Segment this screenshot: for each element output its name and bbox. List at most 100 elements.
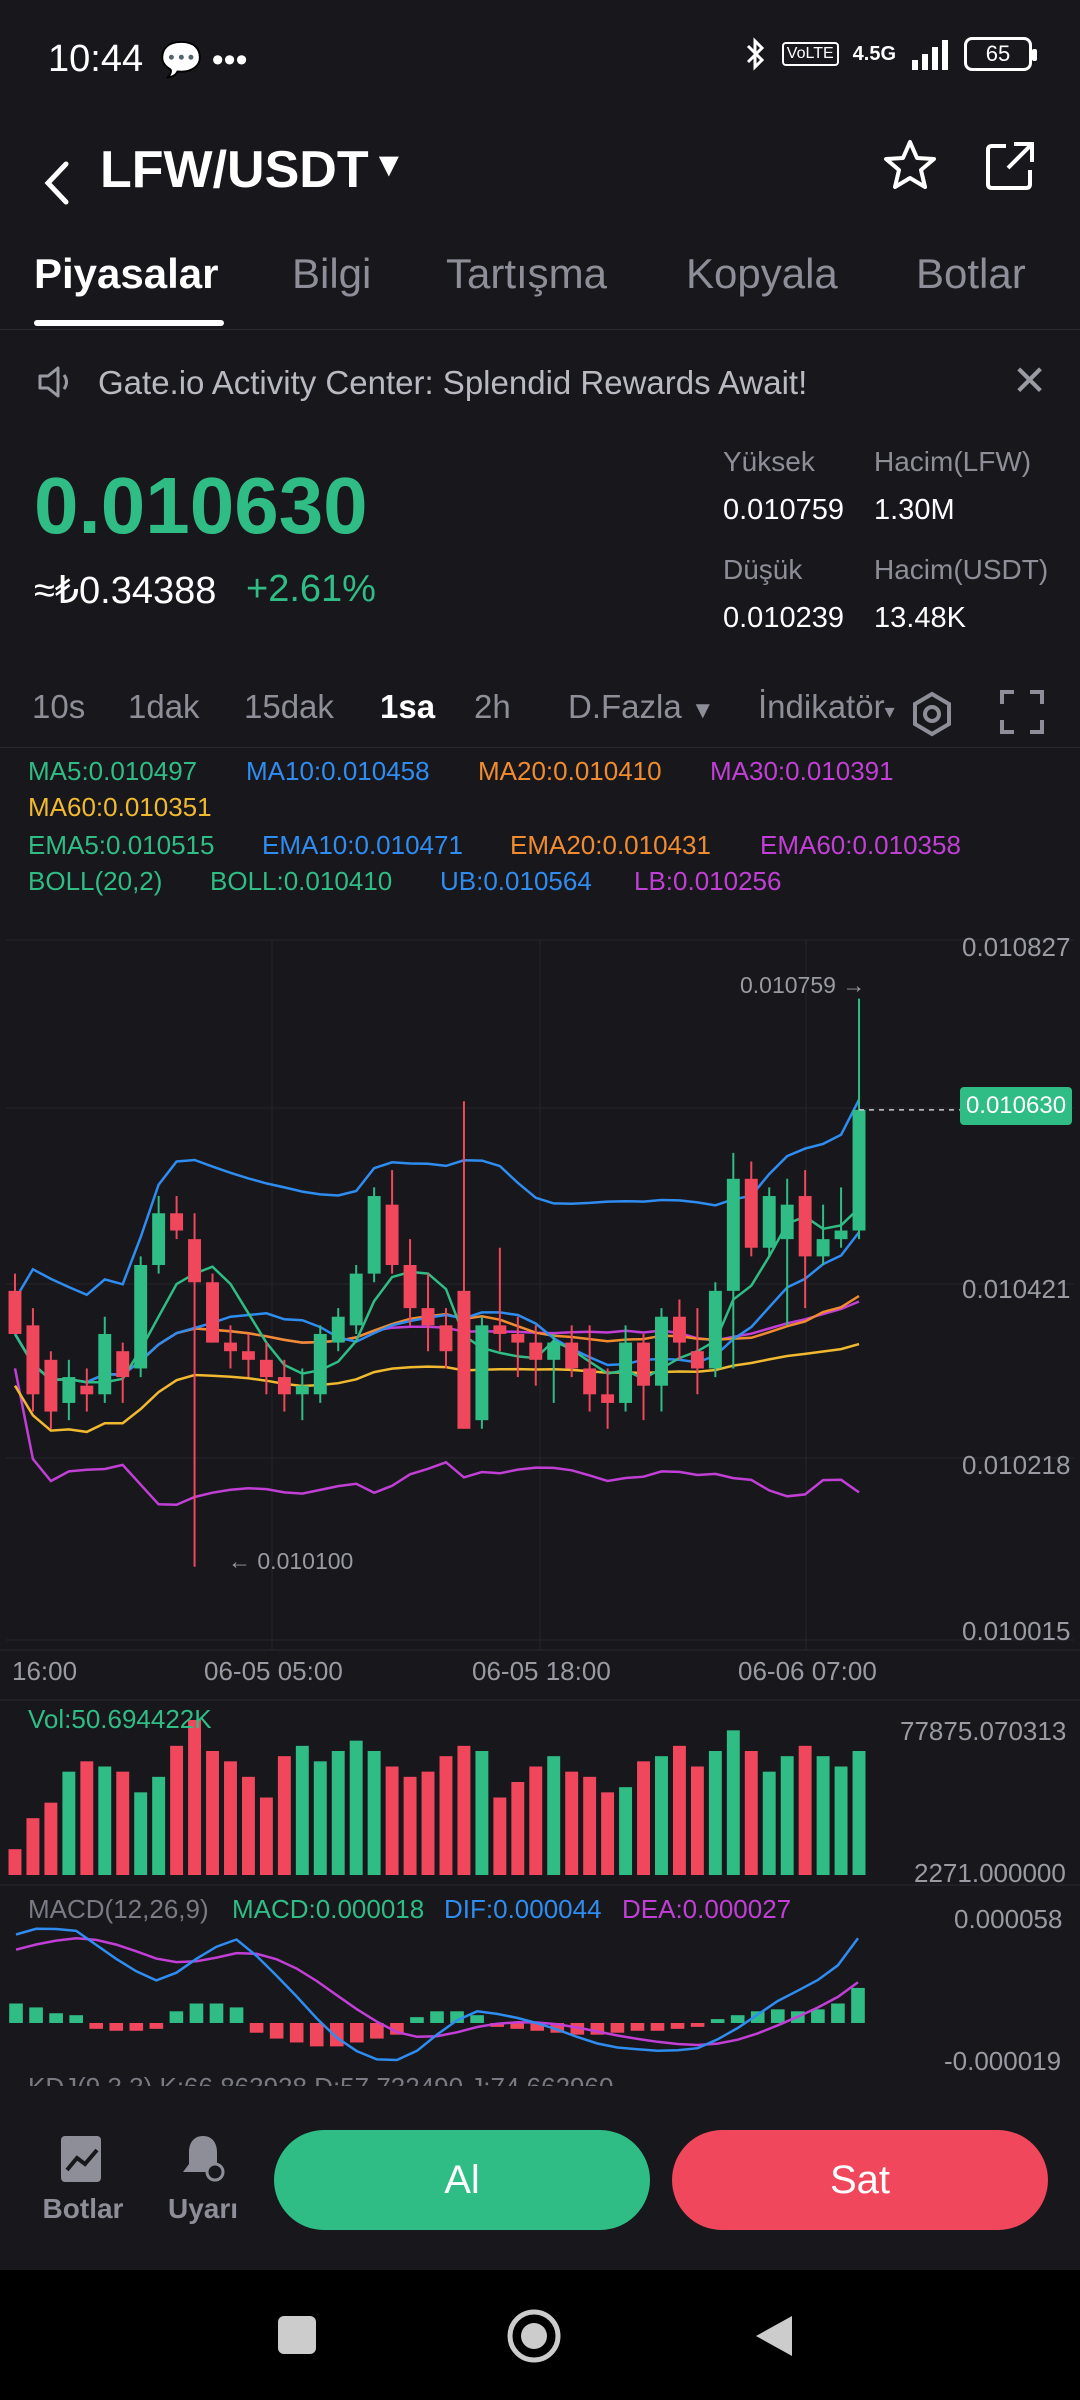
candle-body [439, 1325, 453, 1352]
battery-level: 65 [985, 41, 1011, 66]
back-icon[interactable] [752, 2312, 796, 2360]
dea-value: DEA:0.000027 [622, 1894, 792, 1924]
interval-1sa[interactable]: 1sa [380, 688, 435, 726]
high-marker: 0.010759 → [740, 972, 866, 998]
volume-bar [277, 1756, 291, 1875]
macd-axis-max: 0.000058 [954, 1904, 1063, 1934]
volume-bar [744, 1751, 758, 1875]
buy-button[interactable]: Al [274, 2130, 650, 2230]
tab-botlar[interactable]: Botlar [916, 250, 1026, 330]
time-axis-label: 06-06 07:00 [738, 1656, 877, 1686]
share-icon[interactable] [978, 134, 1042, 198]
price-axis-label: 0.010015 [962, 1616, 1071, 1646]
interval-selector: 10s 1dak 15dak 1sa 2h D.Fazla ▼ İndikatö… [0, 678, 1080, 748]
indicator-dropdown[interactable]: İndikatör▾ [758, 688, 895, 726]
candle-body [295, 1385, 309, 1395]
candle-body [852, 1109, 866, 1231]
announcement-banner[interactable]: Gate.io Activity Center: Splendid Reward… [0, 350, 1080, 420]
volume-bar [852, 1751, 866, 1875]
candle-body [547, 1342, 561, 1360]
interval-2h[interactable]: 2h [474, 688, 511, 726]
macd-histogram-bar [430, 2011, 444, 2023]
high-value: 0.010759 [723, 494, 844, 526]
volume-bar [8, 1849, 22, 1875]
volume-bar [798, 1745, 812, 1875]
macd-histogram-bar [670, 2022, 685, 2029]
volume-bar [726, 1730, 740, 1875]
candle-body [457, 1290, 471, 1429]
pair-title[interactable]: LFW/USDT [100, 140, 369, 200]
bots-nav[interactable]: Botlar [28, 2130, 138, 2225]
tab-piyasalar[interactable]: Piyasalar [34, 250, 219, 330]
volume-legend: Vol:50.694422K [28, 1704, 212, 1734]
battery-icon: 65 [964, 37, 1037, 71]
macd-histogram-bar [69, 2015, 83, 2023]
low-label: Düşük [723, 554, 803, 585]
system-navigation-bar [0, 2270, 1080, 2400]
volume-bar [367, 1751, 381, 1875]
interval-15dak[interactable]: 15dak [244, 688, 334, 726]
volume-bar [295, 1745, 309, 1875]
volume-bar [439, 1756, 453, 1875]
macd-histogram-bar [690, 2022, 705, 2027]
candle-body [277, 1377, 291, 1395]
volume-bar [349, 1740, 363, 1875]
candle-body [98, 1333, 112, 1395]
low-marker: ← 0.010100 [228, 1548, 354, 1574]
tab-tartisma[interactable]: Tartışma [446, 250, 607, 330]
volume-bar [816, 1756, 830, 1875]
macd-value: MACD:0.000018 [232, 1894, 425, 1924]
more-intervals-dropdown[interactable]: D.Fazla ▼ [568, 688, 715, 726]
macd-histogram-bar [610, 2022, 625, 2033]
macd-histogram-bar [269, 2022, 284, 2039]
candle-body [655, 1316, 668, 1386]
candle-body [816, 1239, 830, 1257]
candle-body [511, 1333, 525, 1343]
macd-legend: MACD(12,26,9) [28, 1894, 209, 1924]
candle-body [44, 1359, 58, 1412]
volume-bar [493, 1797, 507, 1875]
hexagon-settings-icon[interactable] [906, 688, 958, 740]
volume-bar [457, 1745, 471, 1875]
macd-histogram-bar [169, 2011, 184, 2023]
volume-bar [80, 1761, 94, 1875]
home-icon[interactable] [506, 2308, 562, 2364]
macd-axis-min: -0.000019 [944, 2046, 1062, 2076]
fullscreen-icon[interactable] [998, 688, 1046, 736]
volume-bar [672, 1745, 686, 1875]
legend-ma20: MA20:0.010410 [478, 756, 662, 786]
kdj-legend-partial: KDJ(9,3,3) K:66.863928 D:57.732490 J:74.… [28, 2072, 613, 2086]
volume-bar [241, 1776, 255, 1875]
candle-body [493, 1325, 507, 1334]
candle-body [475, 1325, 489, 1421]
interval-1dak[interactable]: 1dak [128, 688, 200, 726]
close-icon[interactable]: ✕ [1012, 356, 1047, 405]
legend-boll-lb: LB:0.010256 [634, 866, 782, 896]
pair-dropdown-icon[interactable]: ▼ [372, 146, 406, 185]
legend-ma5: MA5:0.010497 [28, 756, 198, 786]
network-type: 4.5G [852, 42, 896, 65]
macd-histogram-bar [851, 1987, 865, 2023]
tab-kopyala[interactable]: Kopyala [686, 250, 838, 330]
alert-bell-icon [183, 2136, 225, 2182]
candle-body [80, 1385, 94, 1395]
interval-10s[interactable]: 10s [32, 688, 85, 726]
legend-boll: BOLL(20,2) [28, 866, 163, 896]
candle-body [331, 1316, 345, 1343]
low-value: 0.010239 [723, 602, 844, 634]
volume-bar [331, 1751, 345, 1875]
volume-bar [601, 1792, 615, 1875]
tab-bilgi[interactable]: Bilgi [292, 250, 371, 330]
back-arrow-icon[interactable] [30, 138, 90, 228]
macd-histogram-bar [229, 2007, 244, 2023]
macd-histogram-bar [349, 2022, 364, 2043]
recent-apps-icon[interactable] [276, 2314, 318, 2356]
favorite-star-icon[interactable] [878, 134, 942, 198]
alerts-nav[interactable]: Uyarı [148, 2130, 258, 2225]
volume-bar [637, 1761, 650, 1875]
volume-bar [655, 1756, 668, 1875]
volume-bar [529, 1766, 543, 1875]
sell-button[interactable]: Sat [672, 2130, 1048, 2230]
candle-body [762, 1196, 776, 1248]
price-axis-label: 0.010218 [962, 1450, 1071, 1480]
